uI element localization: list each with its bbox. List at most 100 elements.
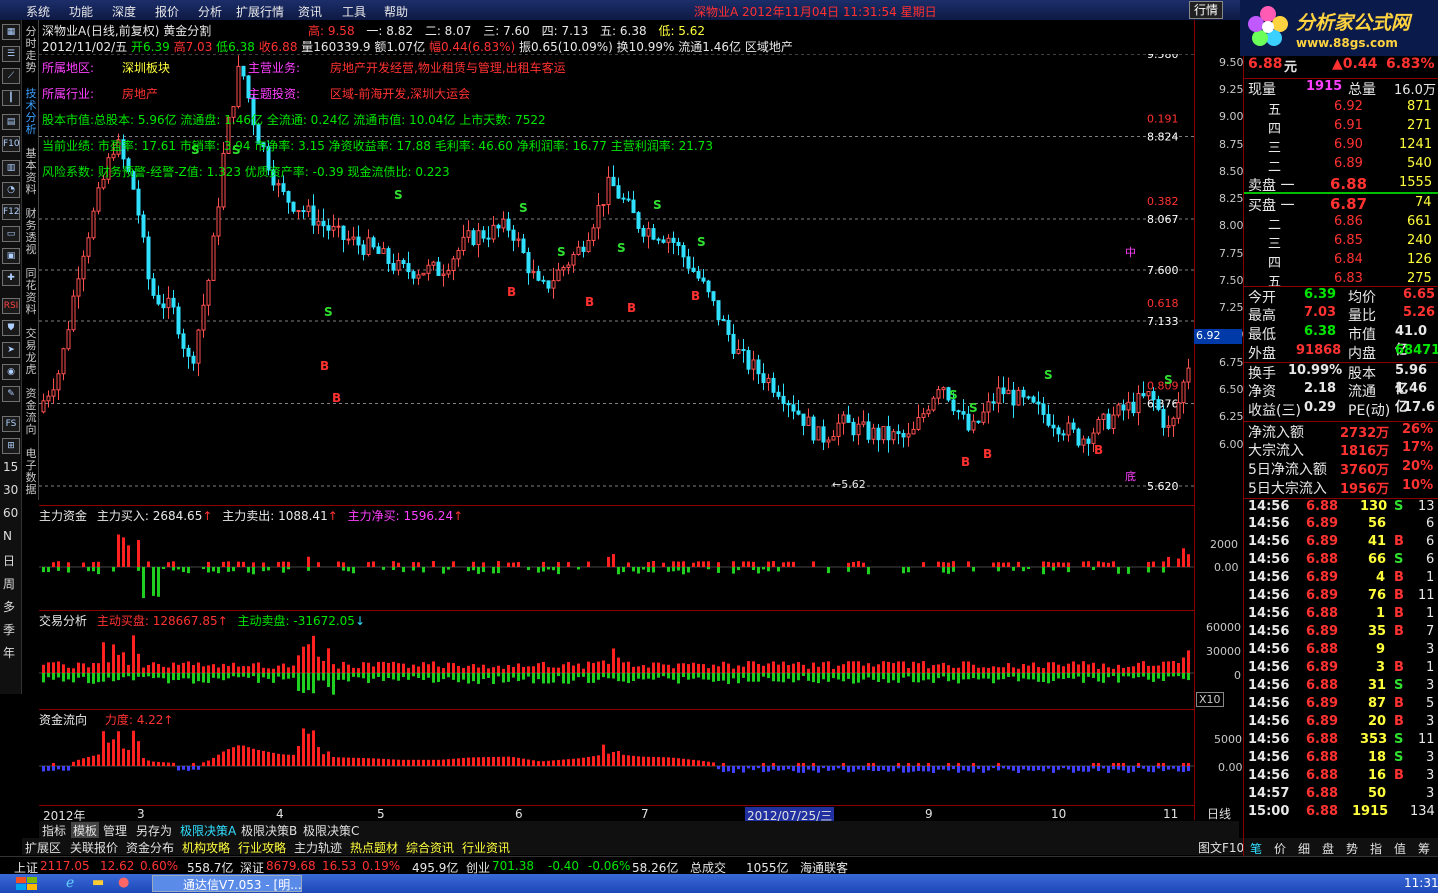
indicator-bar-up [662, 757, 665, 766]
menu-tools[interactable]: 工具 [342, 3, 366, 20]
bars-icon[interactable]: ▥ [2, 160, 20, 176]
indicator-bar-down [1147, 673, 1150, 680]
f12-icon[interactable]: F12 [2, 204, 20, 220]
menu-quote[interactable]: 报价 [155, 3, 179, 20]
period-n[interactable]: N [3, 529, 12, 543]
zjlx-chart[interactable] [39, 726, 1194, 804]
indicator-bar-up [372, 561, 375, 567]
tick-count: 11 [1418, 588, 1435, 603]
fs-icon[interactable]: FS [2, 416, 20, 432]
tab-related-quote[interactable]: 关联报价 [70, 839, 118, 856]
panel-tab-0[interactable]: 笔 [1250, 840, 1262, 857]
menu-system[interactable]: 系统 [26, 3, 50, 20]
tab-saveas[interactable]: 另存为 [136, 822, 172, 839]
grid-icon[interactable]: ▦ [2, 24, 20, 40]
indicator-bar-up [897, 661, 900, 673]
book-icon[interactable]: ▣ [2, 248, 20, 264]
windows-start-icon[interactable] [14, 875, 40, 892]
tab-manage[interactable]: 管理 [103, 822, 127, 839]
tool-icon[interactable]: ✎ [2, 386, 20, 402]
pie-icon[interactable]: ◔ [2, 182, 20, 198]
indicator-bar-up [417, 759, 420, 766]
rsi-icon[interactable]: RSI [2, 298, 20, 314]
x10-button[interactable]: X10 [1196, 692, 1224, 707]
tab-basic[interactable]: 基本资料 [24, 148, 38, 196]
candle-body [711, 291, 716, 302]
doc-icon[interactable]: ▭ [2, 226, 20, 242]
tab-edata[interactable]: 电子数据 [24, 448, 38, 496]
indicator-bar-down [342, 567, 345, 571]
quote-button[interactable]: 行情 [1189, 1, 1223, 19]
green-icon[interactable]: ◉ [2, 364, 20, 380]
tab-decision-b[interactable]: 极限决策B [241, 822, 297, 839]
indicator-bar-up [872, 763, 875, 766]
tab-technical[interactable]: 技术分析 [24, 88, 38, 136]
ind2-axis-mid: 30000 [1206, 645, 1241, 658]
menu-depth[interactable]: 深度 [112, 3, 136, 20]
menu-help[interactable]: 帮助 [384, 3, 408, 20]
panel-tab-7[interactable]: 筹 [1418, 840, 1430, 857]
tab-finance[interactable]: 财务透视 [24, 208, 38, 256]
menu-ext-quote[interactable]: 扩展行情 [236, 3, 284, 20]
tick-row: 14:57 6.88 50 3 [1244, 786, 1438, 805]
tab-fundflow[interactable]: 资金流向 [24, 388, 38, 436]
period-year[interactable]: 年 [3, 644, 15, 661]
zljz-chart[interactable] [39, 522, 1194, 610]
ie-icon[interactable]: ℯ [66, 875, 74, 891]
period-season[interactable]: 季 [3, 621, 15, 638]
indicator-bar-up [1047, 561, 1050, 567]
plus-icon[interactable]: ⊞ [2, 438, 20, 454]
indicator-bar-down [912, 766, 915, 772]
indicator-bar-up [397, 663, 400, 673]
menu-analysis[interactable]: 分析 [198, 3, 222, 20]
period-60[interactable]: 60 [3, 506, 18, 520]
line-chart-icon[interactable]: ⟋ [2, 68, 20, 84]
period-15[interactable]: 15 [3, 460, 18, 474]
candle-icon[interactable]: ┃ [2, 90, 20, 106]
tab-general-news[interactable]: 综合资讯 [406, 839, 454, 856]
tab-intraday[interactable]: 分时走势 [24, 26, 38, 74]
tab-hot-topic[interactable]: 热点题材 [350, 839, 398, 856]
list-icon[interactable]: ☰ [2, 46, 20, 62]
f10-button[interactable]: 图文F10 [1198, 839, 1244, 856]
tab-inst-guide[interactable]: 机构攻略 [182, 839, 230, 856]
period-week[interactable]: 周 [3, 575, 15, 592]
indicator-bar-up [667, 664, 670, 673]
tab-main-track[interactable]: 主力轨迹 [294, 839, 342, 856]
arrow-icon[interactable]: ➤ [2, 342, 20, 358]
panel-tab-1[interactable]: 价 [1274, 840, 1286, 857]
tab-ths[interactable]: 同花资料 [24, 268, 38, 316]
period-day[interactable]: 日 [3, 552, 15, 569]
sheet-icon[interactable]: ▤ [2, 114, 20, 130]
tab-ext-area[interactable]: 扩展区 [25, 839, 61, 856]
tab-industry-guide[interactable]: 行业攻略 [238, 839, 286, 856]
tab-decision-a[interactable]: 极限决策A [180, 822, 236, 839]
tab-fund-dist[interactable]: 资金分布 [126, 839, 174, 856]
folder-icon[interactable]: ▬ [92, 875, 104, 890]
menu-function[interactable]: 功能 [69, 3, 93, 20]
cross-icon[interactable]: ✚ [2, 270, 20, 286]
dayline-button[interactable]: 日线 [1196, 805, 1242, 821]
tab-template[interactable]: 模板 [71, 822, 100, 839]
jyfx-chart[interactable] [39, 627, 1194, 707]
panel-tab-4[interactable]: 势 [1346, 840, 1358, 857]
tab-indicator[interactable]: 指标 [42, 822, 66, 839]
candle-body [606, 176, 611, 206]
tab-industry-news[interactable]: 行业资讯 [462, 839, 510, 856]
period-multi[interactable]: 多 [3, 598, 15, 615]
panel-tab-6[interactable]: 值 [1394, 840, 1406, 857]
menu-news[interactable]: 资讯 [298, 3, 322, 20]
tab-decision-c[interactable]: 极限决策C [303, 822, 359, 839]
tab-dragon[interactable]: 交易龙虎 [24, 328, 38, 376]
panel-tab-5[interactable]: 指 [1370, 840, 1382, 857]
indicator-bar-down [552, 567, 555, 571]
period-30[interactable]: 30 [3, 483, 18, 497]
indicator-bar-down [667, 567, 670, 572]
candle-body [431, 261, 436, 266]
f10-icon[interactable]: F10 [2, 136, 20, 152]
panel-tab-2[interactable]: 细 [1298, 840, 1310, 857]
panel-tab-3[interactable]: 盘 [1322, 840, 1334, 857]
app-icon[interactable]: ● [118, 875, 129, 890]
shield-icon[interactable]: ⛊ [2, 320, 20, 336]
taskbar-app-button[interactable]: 通达信V7.053 - [明... [152, 875, 302, 892]
